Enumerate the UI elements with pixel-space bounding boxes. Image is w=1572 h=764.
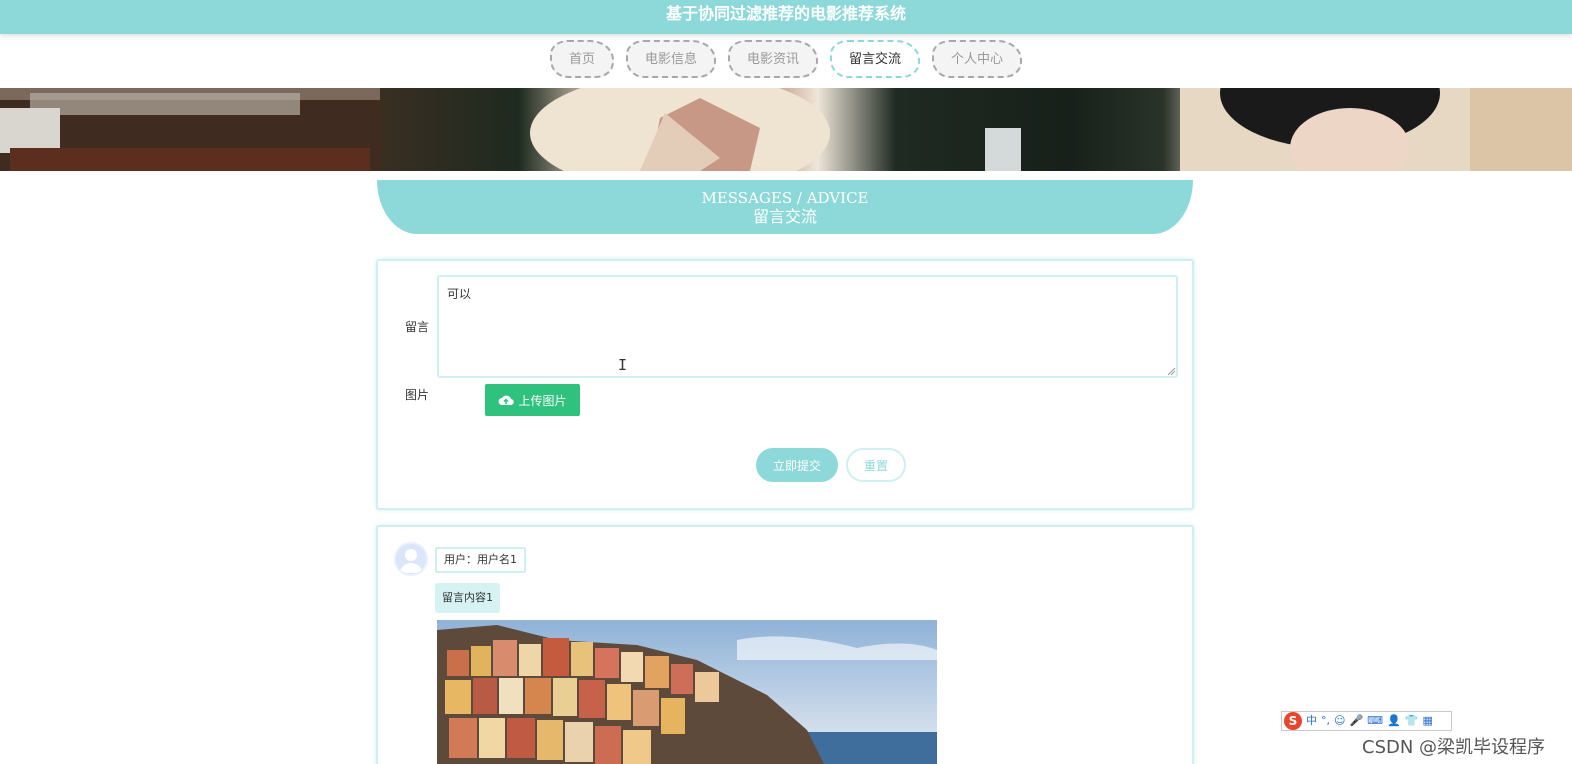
keyboard-icon[interactable]: ⌨ xyxy=(1367,712,1383,730)
nav-item-personal-center[interactable]: 个人中心 xyxy=(932,40,1023,78)
microphone-icon[interactable]: 🎤 xyxy=(1349,712,1363,730)
message-user: 用户：用户名1 xyxy=(435,547,526,573)
top-title-bar: 基于协同过滤推荐的电影推荐系统 xyxy=(0,0,1572,34)
banner-image xyxy=(0,88,1572,171)
sogou-logo-icon[interactable]: S xyxy=(1284,712,1302,730)
nav-item-movie-info[interactable]: 电影信息 xyxy=(625,40,716,78)
message-textarea[interactable]: 可以 xyxy=(437,275,1178,378)
message-photo xyxy=(437,620,937,764)
punctuation-icon[interactable]: °, xyxy=(1321,712,1330,730)
upload-picture-label: 上传图片 xyxy=(518,393,567,408)
nav-item-messages[interactable]: 留言交流 xyxy=(830,40,921,78)
ime-toolbar[interactable]: S 中 °, ☺ 🎤 ⌨ 👤 👕 ▦ xyxy=(1281,711,1452,731)
picture-label: 图片 xyxy=(405,388,430,402)
submit-button[interactable]: 立即提交 xyxy=(756,448,838,482)
message-list-item: 用户：用户名1 留言内容1 xyxy=(376,525,1194,764)
user-avatar-icon xyxy=(394,542,428,576)
message-content: 留言内容1 xyxy=(435,583,500,613)
section-title-cn: 留言交流 xyxy=(752,207,817,226)
nav-item-home[interactable]: 首页 xyxy=(549,40,614,78)
main-nav: 首页 电影信息 电影资讯 留言交流 个人中心 xyxy=(0,40,1572,80)
upload-picture-button[interactable]: 上传图片 xyxy=(485,384,580,416)
message-form: 留言 可以 图片 上传图片 立即提交 重置 xyxy=(376,259,1194,510)
message-label: 留言 xyxy=(405,320,430,334)
nav-item-movie-news[interactable]: 电影资讯 xyxy=(727,40,818,78)
banner-scene xyxy=(0,88,1572,171)
text-cursor-icon: I xyxy=(618,356,628,374)
section-header: MESSAGES / ADVICE 留言交流 xyxy=(377,180,1193,234)
site-title: 基于协同过滤推荐的电影推荐系统 xyxy=(665,4,906,23)
chinese-mode-icon[interactable]: 中 xyxy=(1306,712,1317,730)
user-icon[interactable]: 👤 xyxy=(1387,712,1401,730)
reset-button[interactable]: 重置 xyxy=(846,448,906,482)
section-title-en: MESSAGES / ADVICE xyxy=(701,189,869,207)
watermark: CSDN @梁凯毕设程序 xyxy=(1362,737,1546,758)
cloud-upload-icon xyxy=(498,395,515,406)
resize-grip-icon[interactable] xyxy=(1166,366,1176,376)
skin-icon[interactable]: 👕 xyxy=(1405,712,1419,730)
toolbox-icon[interactable]: ▦ xyxy=(1422,712,1432,730)
emoji-icon[interactable]: ☺ xyxy=(1334,712,1345,730)
